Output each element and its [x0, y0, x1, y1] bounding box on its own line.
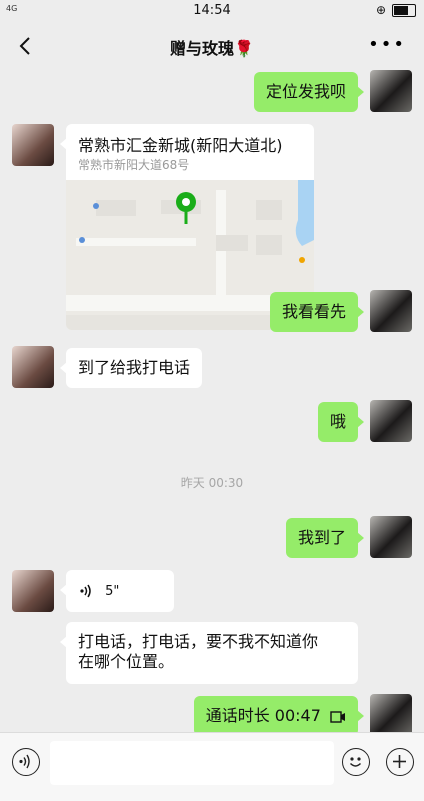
status-icons: ⊕	[376, 3, 416, 17]
plus-button[interactable]	[386, 748, 414, 776]
avatar-self[interactable]	[370, 70, 412, 112]
avatar-contact[interactable]	[12, 124, 54, 166]
avatar-contact[interactable]	[12, 570, 54, 612]
message-bubble-contact[interactable]: 打电话，打电话，要不我不知道你 在哪个位置。	[60, 622, 358, 684]
message-line: 在哪个位置。	[78, 652, 175, 671]
chat-title: 赠与玫瑰🌹	[170, 39, 254, 58]
more-icon[interactable]: •••	[368, 34, 406, 55]
chat-timestamp: 昨天 00:30	[180, 476, 244, 490]
call-duration-text: 通话时长 00:47	[205, 706, 321, 725]
input-bar	[0, 732, 424, 801]
message-line: 打电话，打电话，要不我不知道你	[78, 632, 319, 651]
chat-area[interactable]: 定位发我呗 常熟市汇金新城(新阳大道北) 常熟市新阳大道68号 我看看先 到了给…	[0, 70, 424, 736]
plus-icon	[393, 755, 406, 768]
navigation-bar: 赠与玫瑰🌹 •••	[0, 22, 424, 72]
location-address: 常熟市新阳大道68号	[78, 158, 190, 172]
location-title: 常熟市汇金新城(新阳大道北)	[78, 136, 283, 155]
message-bubble-self[interactable]: 定位发我呗	[253, 72, 365, 112]
emoji-icon	[349, 757, 362, 767]
avatar-self[interactable]	[370, 290, 412, 332]
message-bubble-self[interactable]: 哦	[317, 402, 365, 442]
status-bar: 4G 14:54 ⊕	[0, 0, 424, 22]
avatar-contact[interactable]	[12, 346, 54, 388]
voice-icon	[80, 584, 91, 597]
voice-message[interactable]: 5"	[60, 570, 174, 612]
avatar-self[interactable]	[370, 516, 412, 558]
lock-rotation-icon: ⊕	[375, 3, 386, 17]
call-duration-bubble[interactable]: 通话时长 00:47	[193, 696, 365, 736]
battery-icon	[392, 3, 416, 17]
phone-icon	[330, 710, 345, 723]
avatar-self[interactable]	[370, 694, 412, 736]
message-bubble-self[interactable]: 我看看先	[269, 292, 365, 332]
avatar-self[interactable]	[370, 400, 412, 442]
message-bubble-contact[interactable]: 到了给我打电话	[59, 348, 203, 388]
voice-icon	[19, 754, 30, 769]
voice-duration: 5"	[105, 584, 120, 599]
emoji-button[interactable]	[342, 748, 370, 776]
message-bubble-self[interactable]: 我到了	[285, 518, 365, 558]
voice-input-button[interactable]	[12, 748, 40, 776]
status-time: 14:54	[193, 3, 231, 18]
message-input[interactable]	[50, 741, 334, 785]
